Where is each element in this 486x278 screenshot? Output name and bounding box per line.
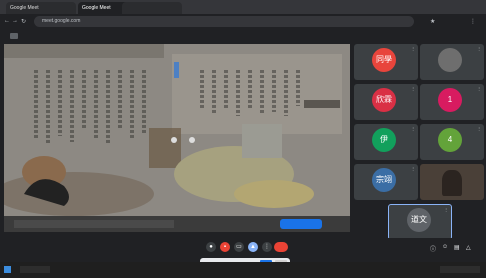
- reload-icon[interactable]: ↻: [21, 18, 26, 25]
- system-tray: [440, 266, 480, 273]
- more-icon[interactable]: ⋮: [477, 86, 481, 91]
- avatar-initials: 宗翊: [376, 175, 392, 184]
- taskbar-search[interactable]: [20, 266, 50, 273]
- participant-tile[interactable]: ⋮: [420, 44, 484, 80]
- avatar: [438, 48, 462, 72]
- os-taskbar: [0, 262, 486, 278]
- more-options-icon[interactable]: ⋮: [262, 242, 272, 252]
- participant-video: [442, 170, 462, 196]
- activities-icon[interactable]: △: [466, 244, 471, 251]
- extensions-icon[interactable]: ★: [430, 18, 435, 25]
- avatar-initials: 伊: [380, 135, 388, 144]
- participant-tile[interactable]: 伊 ⋮: [354, 124, 418, 160]
- back-icon[interactable]: ←: [4, 18, 10, 24]
- avatar: 欣霖: [372, 88, 396, 112]
- presentation-area: [4, 44, 350, 220]
- avatar-initials: 同學: [376, 55, 392, 64]
- more-icon[interactable]: ⋮: [411, 46, 415, 51]
- self-view-tile[interactable]: 道文 ⋮: [388, 204, 452, 240]
- address-bar[interactable]: meet.google.com: [34, 16, 414, 27]
- meet-header: [0, 30, 486, 42]
- meet-logo-icon: [10, 33, 18, 39]
- present-icon[interactable]: ▲: [248, 242, 258, 252]
- people-icon[interactable]: ☺: [442, 244, 448, 250]
- participant-tile[interactable]: 1 ⋮: [420, 84, 484, 120]
- avatar: 同學: [372, 48, 396, 72]
- participant-tile[interactable]: 宗翊 ⋮: [354, 164, 418, 200]
- avatar-initials: 4: [447, 135, 453, 144]
- camera-off-icon[interactable]: ▪: [220, 242, 230, 252]
- avatar: 4: [438, 128, 462, 152]
- presenting-notice: [14, 220, 174, 228]
- stop-presenting-button[interactable]: [280, 219, 322, 229]
- mic-icon[interactable]: ●: [206, 242, 216, 252]
- more-icon[interactable]: ⋮: [411, 126, 415, 131]
- more-icon[interactable]: ⋮: [444, 207, 448, 212]
- meeting-toolbar: ● ▪ ▭ ▲ ⋮ ⓘ ☺ ▤ △: [0, 238, 486, 258]
- more-icon[interactable]: ⋮: [477, 46, 481, 51]
- avatar-initials: 道文: [411, 215, 427, 224]
- participant-tile[interactable]: 同學 ⋮: [354, 44, 418, 80]
- participant-tile[interactable]: 4 ⋮: [420, 124, 484, 160]
- avatar-initials: 1: [447, 95, 453, 104]
- more-icon[interactable]: ⋮: [411, 166, 415, 171]
- avatar-initials: 欣霖: [376, 95, 392, 104]
- tab-label: Google Meet: [82, 5, 111, 11]
- participant-tile[interactable]: 欣霖 ⋮: [354, 84, 418, 120]
- browser-tab-bar: Google Meet Google Meet: [0, 0, 486, 14]
- captions-icon[interactable]: ▭: [234, 242, 244, 252]
- presenting-banner: [4, 216, 350, 232]
- leave-call-button[interactable]: [274, 242, 288, 252]
- browser-tab[interactable]: [122, 2, 182, 14]
- address-bar-row: ← → ↻ meet.google.com ★ ⋮: [0, 14, 486, 30]
- more-icon[interactable]: ⋮: [411, 86, 415, 91]
- more-icon[interactable]: ⋮: [477, 126, 481, 131]
- info-icon[interactable]: ⓘ: [430, 244, 436, 253]
- participant-video-tile[interactable]: [420, 164, 484, 200]
- avatar: 伊: [372, 128, 396, 152]
- forward-icon[interactable]: →: [12, 18, 18, 24]
- avatar: 道文: [407, 208, 431, 232]
- avatar: 宗翊: [372, 168, 396, 192]
- browser-tab[interactable]: Google Meet: [6, 2, 76, 14]
- avatar: 1: [438, 88, 462, 112]
- start-icon[interactable]: [4, 266, 11, 273]
- tab-label: Google Meet: [10, 5, 39, 11]
- url-text: meet.google.com: [42, 18, 81, 24]
- chat-icon[interactable]: ▤: [454, 244, 460, 251]
- menu-icon[interactable]: ⋮: [470, 18, 476, 25]
